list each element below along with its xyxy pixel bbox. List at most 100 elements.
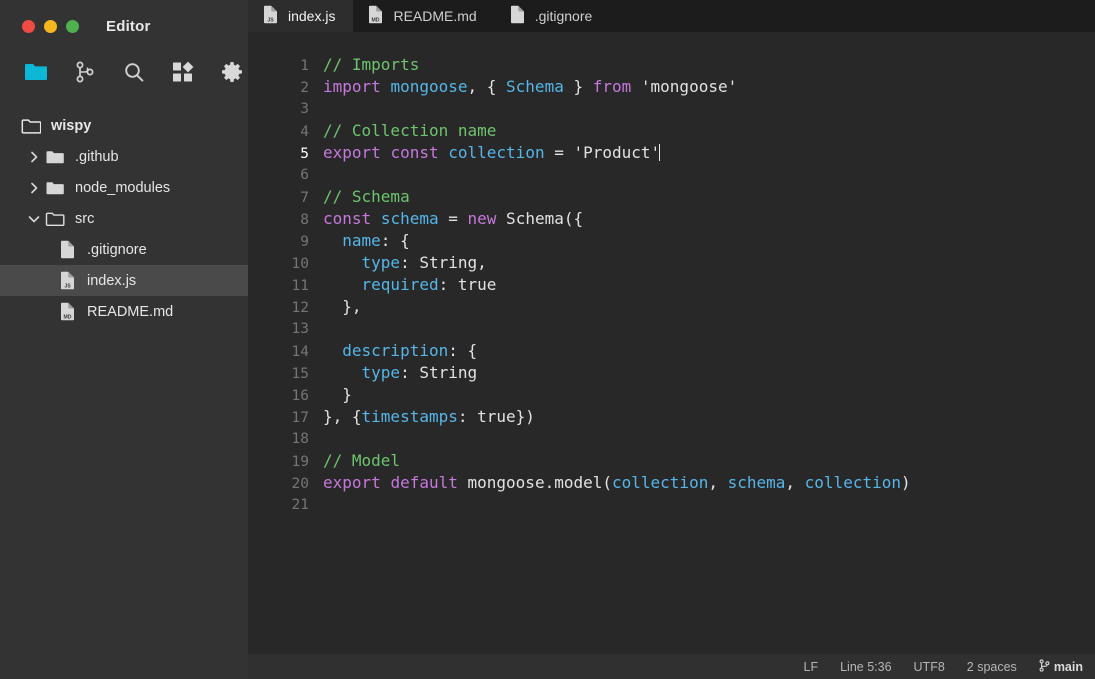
code-line[interactable]: 1 // Imports [248,54,1095,76]
svg-text:JS: JS [267,17,274,23]
code-editor[interactable]: 1 // Imports 2 import mongoose, { Schema } … [248,32,1095,654]
maximize-window-button[interactable] [66,19,79,33]
chevron-right-icon[interactable] [24,181,44,195]
settings-gear-icon[interactable] [220,60,244,84]
code-line-content: description: { [323,340,1095,362]
source-control-icon[interactable] [73,60,97,84]
code-line[interactable]: 17}, {timestamps: true}) [248,406,1095,428]
code-token: : String [400,363,478,382]
code-token: name [342,231,381,250]
close-window-button[interactable] [22,19,35,33]
code-line[interactable]: 10 type: String, [248,252,1095,274]
line-number: 9 [300,234,309,250]
code-token: mongoose.model( [457,473,613,492]
code-line[interactable]: 14 description: { [248,340,1095,362]
tab-label: .gitignore [534,8,593,24]
status-encoding[interactable]: UTF8 [903,660,956,674]
tree-root-label: wispy [51,117,92,134]
code-line-content: type: String [323,362,1095,384]
code-line[interactable]: 6 [248,164,1095,186]
chevron-right-icon[interactable] [24,150,44,164]
tab-gitignore[interactable]: .gitignore [495,0,611,32]
line-number: 4 [300,124,309,140]
tree-item-github[interactable]: .github [0,141,248,172]
code-line[interactable]: 19 // Model [248,450,1095,472]
line-number: 14 [291,344,309,360]
status-indentation[interactable]: 2 spaces [956,660,1028,674]
code-token: collection [612,473,709,492]
code-line[interactable]: 9 name: { [248,230,1095,252]
code-line-content: type: String, [323,252,1095,274]
code-token: const [323,209,372,228]
line-number: 16 [291,388,309,404]
folder-icon [20,118,42,134]
code-token: new [467,209,497,228]
tree-item-readme-md[interactable]: MD README.md [0,296,248,327]
minimize-window-button[interactable] [44,19,57,33]
code-token: schema [380,209,439,228]
code-line[interactable]: 8 const schema = new Schema({ [248,208,1095,230]
md-file-icon: MD [368,5,383,27]
line-number: 13 [291,321,309,337]
code-token: , [785,473,805,492]
tab-readme-md[interactable]: MD README.md [353,0,494,32]
code-token: // Collection name [323,121,497,140]
code-line[interactable]: 3 [248,98,1095,120]
code-token: Schema [506,77,564,96]
code-line[interactable]: 5 export const collection = 'Product' [248,142,1095,164]
tree-item-node-modules[interactable]: node_modules [0,172,248,203]
status-cursor-position[interactable]: Line 5:36 [829,660,902,674]
titlebar: Editor [0,0,248,52]
tree-item-gitignore[interactable]: .gitignore [0,234,248,265]
chevron-down-icon[interactable] [24,212,44,226]
tree-item-index-js[interactable]: JS index.js [0,265,248,296]
code-line-content: export default mongoose.model(collection… [323,472,1095,494]
code-line[interactable]: 13 [248,318,1095,340]
code-line[interactable]: 11 required: true [248,274,1095,296]
svg-text:JS: JS [64,283,71,289]
line-number: 18 [291,431,309,447]
tab-index-js[interactable]: JS index.js [248,0,354,32]
line-number: 17 [291,410,309,426]
code-token: 'mongoose' [631,77,738,96]
code-line[interactable]: 18 [248,428,1095,450]
code-line[interactable]: 15 type: String [248,362,1095,384]
tree-item-label: node_modules [75,179,171,196]
status-branch[interactable]: main [1028,658,1083,675]
code-line[interactable]: 16 } [248,384,1095,406]
tree-root-wispy[interactable]: wispy [0,110,248,141]
activity-bar [0,52,248,92]
code-line[interactable]: 21 [248,494,1095,516]
code-token: from [592,77,632,96]
git-branch-icon [1039,658,1050,675]
line-number: 3 [300,101,309,117]
tree-item-src[interactable]: src [0,203,248,234]
line-number: 11 [291,278,309,294]
code-line[interactable]: 20 export default mongoose.model(collecti… [248,472,1095,494]
code-line[interactable]: 12 }, [248,296,1095,318]
extensions-icon[interactable] [171,60,195,84]
folder-icon [44,180,66,196]
code-line[interactable]: 2 import mongoose, { Schema } from 'mongo… [248,76,1095,98]
code-token: }, [323,297,362,316]
tree-item-label: src [75,210,95,227]
search-icon[interactable] [122,60,146,84]
code-line-content: }, [323,296,1095,318]
tab-label: index.js [288,8,336,24]
tree-item-label: .github [75,148,119,165]
explorer-icon[interactable] [24,60,48,84]
code-line[interactable]: 4 // Collection name [248,120,1095,142]
code-line[interactable]: 7 // Schema [248,186,1095,208]
code-line-content: required: true [323,274,1095,296]
code-token: description [342,341,449,360]
line-number: 5 [300,146,309,162]
code-token: export [323,143,381,162]
code-token: schema [727,473,786,492]
status-eol[interactable]: LF [793,660,830,674]
